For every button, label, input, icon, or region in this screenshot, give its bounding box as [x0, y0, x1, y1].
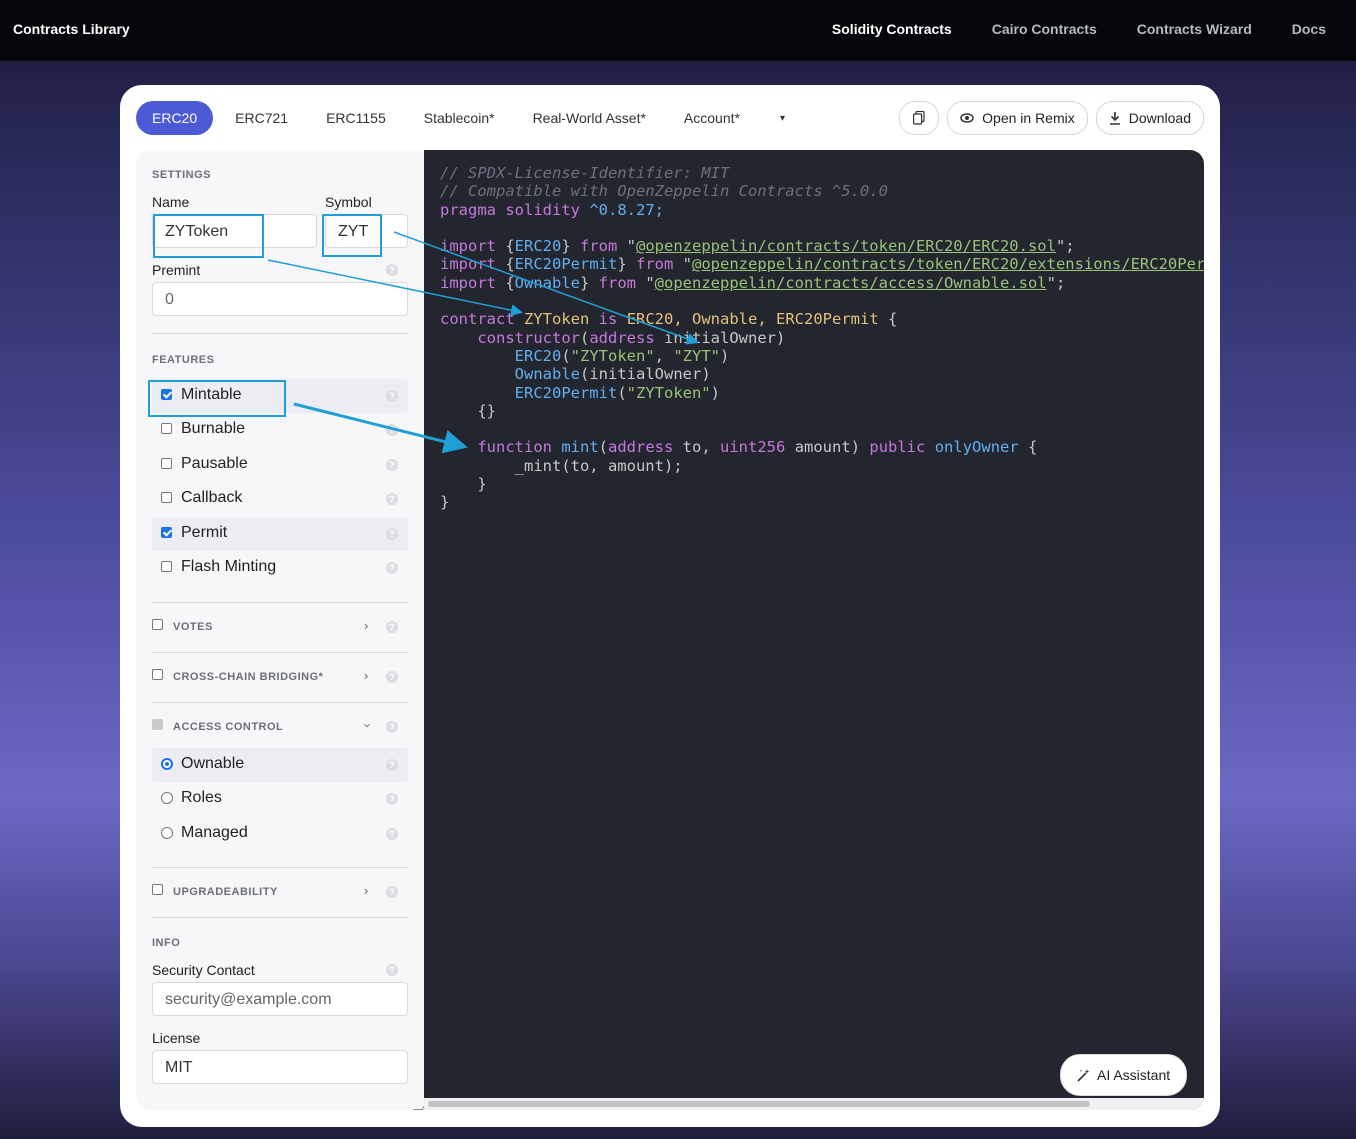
arrow-name-to-contract — [267, 259, 523, 317]
arrow-mintable-to-mint — [293, 402, 468, 454]
arrow-symbol-to-constructor — [393, 231, 699, 345]
annotation-arrows — [267, 231, 699, 454]
